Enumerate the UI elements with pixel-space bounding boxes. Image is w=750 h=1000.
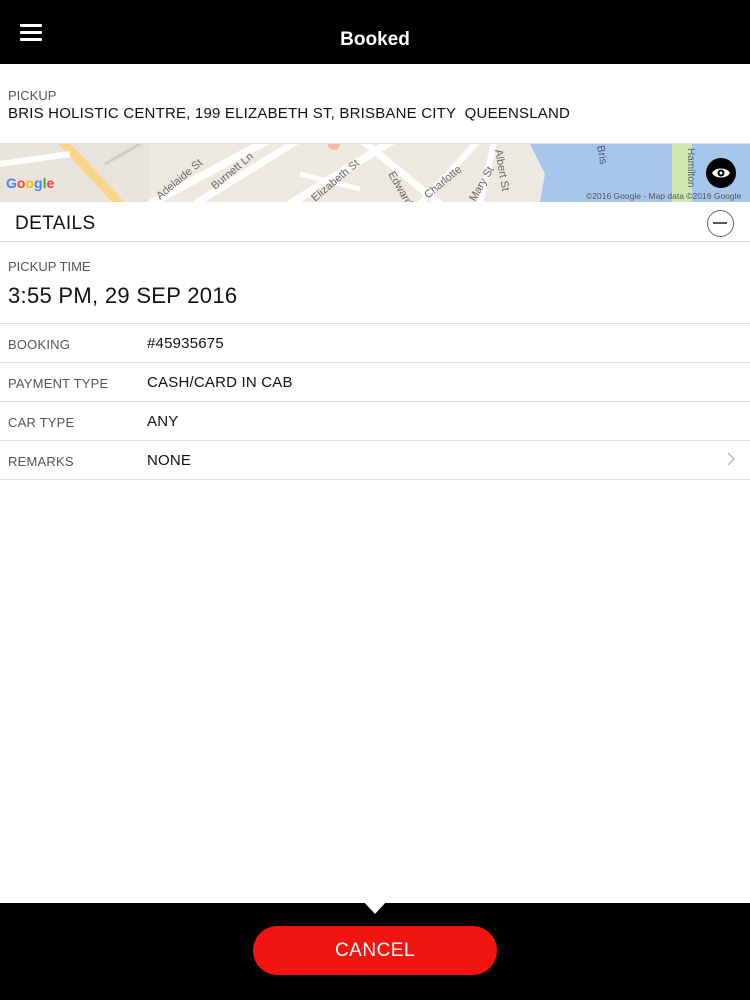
map-attribution: ©2016 Google - Map data ©2016 Google bbox=[586, 191, 742, 201]
row-value: #45935675 bbox=[147, 335, 224, 352]
eye-icon[interactable] bbox=[706, 158, 736, 188]
pickup-label: PICKUP bbox=[8, 88, 57, 103]
row-label: PAYMENT TYPE bbox=[8, 376, 109, 391]
payment-type-row: PAYMENT TYPE CASH/CARD IN CAB bbox=[0, 363, 750, 402]
car-type-row: CAR TYPE ANY bbox=[0, 402, 750, 441]
row-value: NONE bbox=[147, 452, 192, 469]
app-header: Booked bbox=[0, 0, 750, 64]
chevron-right-icon bbox=[727, 452, 736, 466]
minus-circle-icon[interactable] bbox=[707, 210, 734, 237]
remarks-row[interactable]: REMARKS NONE bbox=[0, 441, 750, 480]
pickup-section: PICKUP BRIS HOLISTIC CENTRE, 199 ELIZABE… bbox=[0, 64, 750, 144]
row-label: BOOKING bbox=[8, 337, 71, 352]
row-value: ANY bbox=[147, 413, 179, 430]
row-label: REMARKS bbox=[8, 454, 74, 469]
booking-row: BOOKING #45935675 bbox=[0, 324, 750, 363]
pickup-address: BRIS HOLISTIC CENTRE, 199 ELIZABETH ST, … bbox=[8, 105, 571, 122]
map-view[interactable]: Adelaide St Burnett Ln Elizabeth St Edwa… bbox=[0, 144, 750, 202]
pickup-time-value: 3:55 PM, 29 SEP 2016 bbox=[8, 283, 238, 308]
pickup-time-section: PICKUP TIME 3:55 PM, 29 SEP 2016 bbox=[0, 243, 750, 324]
pickup-time-label: PICKUP TIME bbox=[8, 259, 91, 274]
details-title: DETAILS bbox=[15, 213, 96, 234]
svg-text:Hamilton: Hamilton bbox=[685, 148, 696, 187]
footer-notch bbox=[363, 901, 387, 914]
row-value: CASH/CARD IN CAB bbox=[147, 374, 293, 391]
svg-text:Google: Google bbox=[6, 175, 54, 191]
details-header[interactable]: DETAILS bbox=[0, 202, 750, 242]
page-title: Booked bbox=[340, 29, 410, 50]
row-label: CAR TYPE bbox=[8, 415, 75, 430]
cancel-button[interactable]: CANCEL bbox=[253, 926, 497, 975]
